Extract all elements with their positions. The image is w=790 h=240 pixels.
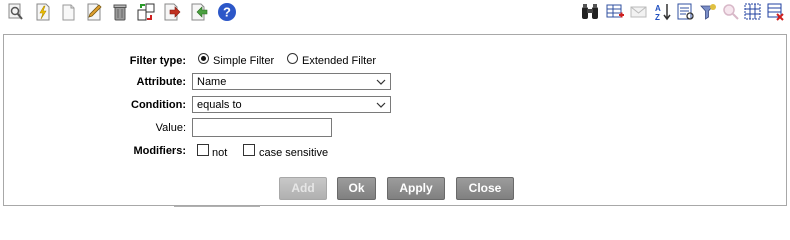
- pencil-icon[interactable]: [84, 2, 104, 22]
- condition-label: Condition:: [131, 99, 186, 111]
- extended-filter-label[interactable]: Extended Filter: [302, 55, 376, 67]
- filter-type-label: Filter type:: [129, 55, 186, 67]
- clear-filter-icon[interactable]: [698, 2, 718, 22]
- filter-type-row: Filter type: Simple Filter Extended Filt…: [4, 52, 788, 72]
- modifiers-row: Modifiers: not case sensitive: [4, 144, 788, 164]
- attribute-row: Attribute: Name: [4, 73, 788, 93]
- value-label: Value:: [155, 122, 186, 134]
- chevron-down-icon: [376, 102, 386, 108]
- magnifier-icon[interactable]: [6, 2, 26, 22]
- simple-filter-label[interactable]: Simple Filter: [213, 55, 274, 67]
- toolbar: ? AZ: [0, 0, 790, 28]
- attribute-value: Name: [197, 76, 227, 88]
- ok-button[interactable]: Ok: [337, 177, 376, 200]
- case-sensitive-label[interactable]: case sensitive: [259, 147, 328, 159]
- extended-filter-radio[interactable]: [287, 53, 298, 64]
- close-button[interactable]: Close: [456, 177, 514, 200]
- binoculars-icon[interactable]: [580, 2, 600, 22]
- export-arrow-icon[interactable]: [162, 2, 182, 22]
- apply-button[interactable]: Apply: [387, 177, 445, 200]
- svg-text:?: ?: [223, 5, 231, 20]
- condition-row: Condition: equals to: [4, 96, 788, 116]
- value-row: Value:: [4, 118, 788, 138]
- mail-disabled-icon[interactable]: [629, 2, 649, 22]
- modifiers-label: Modifiers:: [133, 145, 186, 157]
- simple-filter-radio[interactable]: [198, 53, 209, 64]
- not-label[interactable]: not: [212, 147, 227, 159]
- zoom-disabled-icon[interactable]: [721, 2, 741, 22]
- value-input[interactable]: [192, 118, 332, 137]
- attribute-label: Attribute:: [136, 76, 187, 88]
- filter-panel: Filter type: Simple Filter Extended Filt…: [3, 34, 787, 206]
- condition-value: equals to: [197, 99, 242, 111]
- condition-select[interactable]: equals to: [192, 96, 391, 113]
- radio-selected-dot: [201, 56, 206, 61]
- case-sensitive-checkbox[interactable]: [243, 144, 255, 156]
- report-icon[interactable]: [676, 2, 696, 22]
- new-document-icon[interactable]: [58, 2, 78, 22]
- not-checkbox[interactable]: [197, 144, 209, 156]
- trash-can-icon[interactable]: [110, 2, 130, 22]
- delete-table-icon[interactable]: [766, 2, 786, 22]
- add-button[interactable]: Add: [279, 177, 327, 200]
- divider-line: [174, 206, 260, 207]
- swap-arrows-icon[interactable]: [136, 2, 156, 22]
- sort-az-icon[interactable]: AZ: [653, 2, 673, 22]
- import-arrow-icon[interactable]: [189, 2, 209, 22]
- attribute-select[interactable]: Name: [192, 73, 391, 90]
- grid-add-icon[interactable]: [605, 2, 625, 22]
- svg-text:Z: Z: [655, 13, 660, 22]
- select-all-icon[interactable]: [743, 2, 763, 22]
- help-icon[interactable]: ?: [217, 2, 237, 22]
- svg-text:A: A: [655, 4, 661, 13]
- lightning-document-icon[interactable]: [33, 2, 53, 22]
- chevron-down-icon: [376, 79, 386, 85]
